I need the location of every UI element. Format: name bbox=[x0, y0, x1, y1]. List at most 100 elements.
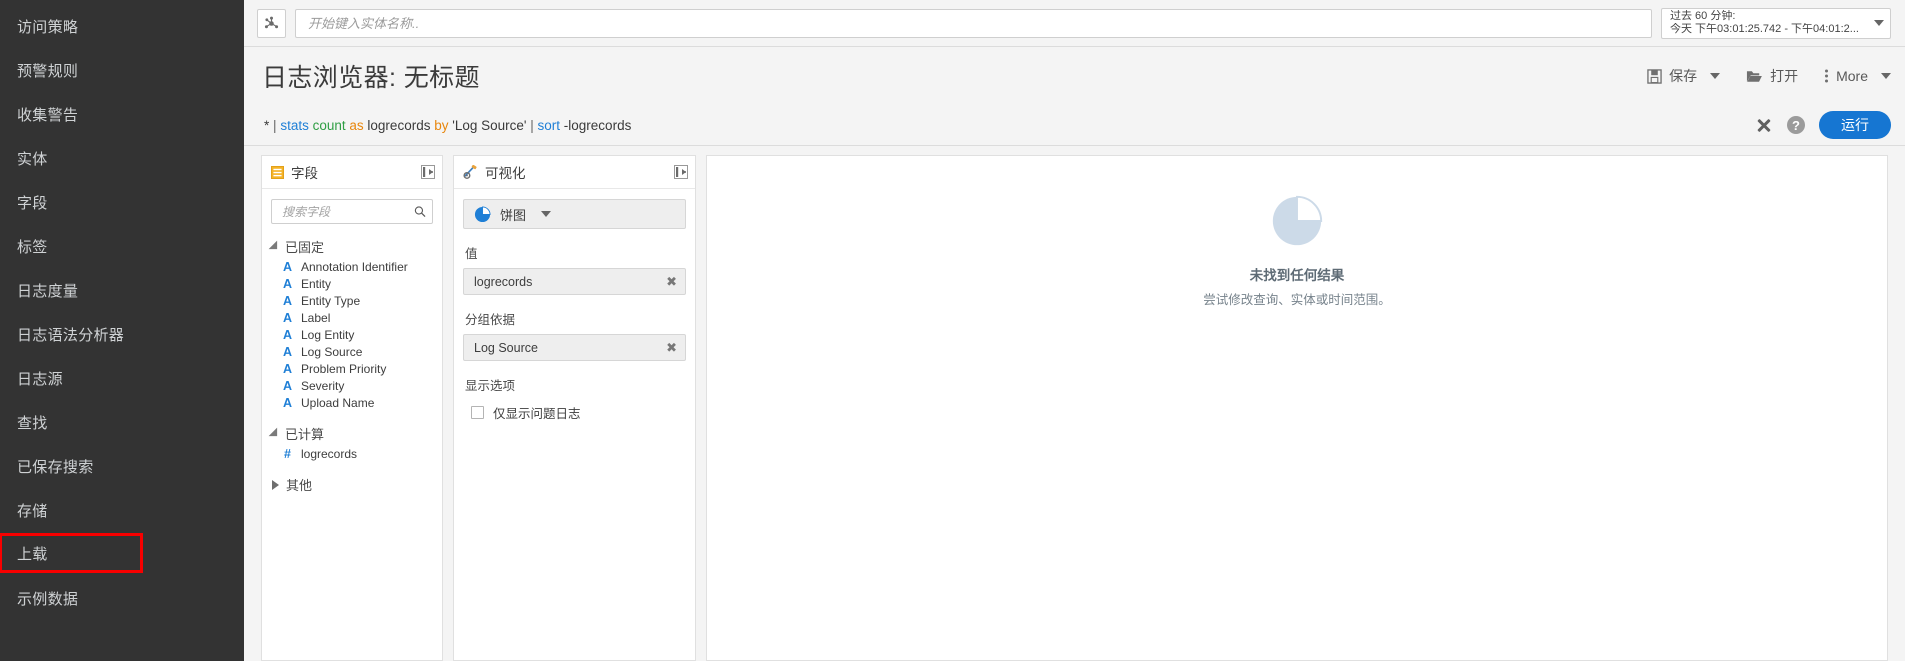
query-token: stats bbox=[280, 117, 309, 133]
sidebar-item-label: 日志度量 bbox=[17, 282, 79, 300]
sidebar-item-12[interactable]: 上载 bbox=[0, 533, 143, 573]
sidebar-item-6[interactable]: 日志度量 bbox=[0, 268, 244, 312]
field-type-icon: A bbox=[283, 276, 293, 291]
fields-group-header[interactable]: 已固定 bbox=[268, 237, 433, 256]
query-token: sort bbox=[537, 117, 561, 133]
field-type-icon: A bbox=[283, 344, 293, 359]
field-row[interactable]: A Entity Type bbox=[271, 292, 433, 309]
entity-graph-icon[interactable] bbox=[257, 8, 286, 38]
sidebar-item-label: 访问策略 bbox=[17, 18, 79, 36]
value-chip[interactable]: logrecords ✖ bbox=[463, 268, 686, 295]
fields-panel-title: 字段 bbox=[291, 166, 318, 181]
top-toolbar: 过去 60 分钟: 今天 下午03:01:25.742 - 下午04:01:2.… bbox=[244, 0, 1905, 47]
fields-list-icon bbox=[271, 165, 284, 179]
sidebar-item-4[interactable]: 字段 bbox=[0, 180, 244, 224]
field-row[interactable]: A Log Entity bbox=[271, 326, 433, 343]
sidebar-item-10[interactable]: 已保存搜索 bbox=[0, 444, 244, 488]
sidebar-item-0[interactable]: 访问策略 bbox=[0, 4, 244, 48]
field-row[interactable]: A Severity bbox=[271, 377, 433, 394]
search-icon bbox=[414, 206, 426, 218]
sidebar-item-13[interactable]: 示例数据 bbox=[0, 576, 244, 620]
sidebar-item-7[interactable]: 日志语法分析器 bbox=[0, 312, 244, 356]
entity-search-field[interactable] bbox=[295, 8, 1652, 38]
visualization-panel: 可视化 饼图 值 logrecords ✖ 分组依据 Log Source ✖ … bbox=[453, 155, 696, 661]
value-chip-label: logrecords bbox=[474, 274, 533, 289]
query-token: | bbox=[530, 117, 534, 133]
chart-type-select[interactable]: 饼图 bbox=[463, 199, 686, 229]
sidebar-item-2[interactable]: 收集警告 bbox=[0, 92, 244, 136]
group-chip[interactable]: Log Source ✖ bbox=[463, 334, 686, 361]
field-name: Label bbox=[301, 310, 331, 325]
field-row[interactable]: A Upload Name bbox=[271, 394, 433, 411]
collapse-left-icon[interactable] bbox=[674, 165, 688, 179]
field-row[interactable]: A Annotation Identifier bbox=[271, 258, 433, 275]
query-token: by bbox=[434, 117, 449, 133]
field-type-icon: A bbox=[283, 378, 293, 393]
field-row[interactable]: A Log Source bbox=[271, 343, 433, 360]
sidebar-item-3[interactable]: 实体 bbox=[0, 136, 244, 180]
field-row[interactable]: # logrecords bbox=[271, 445, 433, 462]
open-button[interactable]: 打开 bbox=[1746, 66, 1798, 86]
folder-open-icon bbox=[1747, 70, 1762, 82]
fields-group-label: 已计算 bbox=[285, 427, 325, 442]
sidebar-item-11[interactable]: 存储 bbox=[0, 488, 244, 532]
remove-group-icon[interactable]: ✖ bbox=[666, 340, 677, 356]
sidebar-item-label: 查找 bbox=[17, 414, 48, 432]
remove-value-icon[interactable]: ✖ bbox=[666, 274, 677, 290]
field-name: Log Source bbox=[301, 344, 363, 359]
time-range-selector[interactable]: 过去 60 分钟: 今天 下午03:01:25.742 - 下午04:01:2.… bbox=[1661, 7, 1891, 39]
query-actions: ? 运行 bbox=[1755, 111, 1891, 139]
header-actions: 保存 打开 More bbox=[1647, 66, 1891, 86]
group-chip-label: Log Source bbox=[474, 340, 538, 355]
field-search-field[interactable] bbox=[271, 199, 433, 224]
sidebar-item-label: 日志语法分析器 bbox=[17, 326, 125, 344]
viz-panel-header: 可视化 bbox=[454, 156, 695, 189]
group-section-label: 分组依据 bbox=[465, 313, 516, 327]
problem-logs-checkbox-row[interactable]: 仅显示问题日志 bbox=[471, 403, 686, 422]
field-row[interactable]: A Label bbox=[271, 309, 433, 326]
sidebar-item-1[interactable]: 预警规则 bbox=[0, 48, 244, 92]
problem-logs-checkbox-label: 仅显示问题日志 bbox=[493, 407, 581, 421]
field-name: logrecords bbox=[301, 446, 358, 461]
more-label: More bbox=[1836, 68, 1868, 84]
more-button[interactable]: More bbox=[1824, 68, 1891, 84]
sidebar-item-5[interactable]: 标签 bbox=[0, 224, 244, 268]
sidebar-item-label: 预警规则 bbox=[17, 62, 79, 80]
query-token: logrecords bbox=[367, 117, 431, 133]
field-row[interactable]: A Problem Priority bbox=[271, 360, 433, 377]
query-token: | bbox=[273, 117, 277, 133]
triangle-down-icon bbox=[268, 240, 282, 253]
fields-group-label: 其他 bbox=[286, 478, 313, 493]
fields-group-header[interactable]: 其他 bbox=[271, 475, 433, 494]
kebab-menu-icon bbox=[1825, 69, 1829, 83]
sidebar-item-8[interactable]: 日志源 bbox=[0, 356, 244, 400]
field-search-input[interactable] bbox=[280, 203, 415, 220]
problem-logs-checkbox[interactable] bbox=[471, 406, 484, 419]
field-name: Log Entity bbox=[301, 327, 355, 342]
run-button[interactable]: 运行 bbox=[1819, 111, 1891, 139]
query-bar: * | stats count as logrecords by 'Log So… bbox=[244, 105, 1905, 146]
chevron-down-icon bbox=[1710, 73, 1721, 79]
query-expression[interactable]: * | stats count as logrecords by 'Log So… bbox=[264, 118, 631, 133]
fields-group-header[interactable]: 已计算 bbox=[268, 424, 433, 443]
empty-state-title: 未找到任何结果 bbox=[1249, 268, 1345, 283]
help-icon[interactable]: ? bbox=[1787, 116, 1805, 134]
field-row[interactable]: A Entity bbox=[271, 275, 433, 292]
sidebar-item-label: 实体 bbox=[17, 150, 48, 168]
results-panel: 未找到任何结果 尝试修改查询、实体或时间范围。 bbox=[706, 155, 1888, 661]
entity-search-input[interactable] bbox=[306, 14, 1641, 32]
sidebar-item-label: 已保存搜索 bbox=[17, 458, 94, 476]
close-icon[interactable] bbox=[1755, 116, 1773, 134]
collapse-left-icon[interactable] bbox=[421, 165, 435, 179]
query-token: as bbox=[349, 117, 364, 133]
save-button[interactable]: 保存 bbox=[1647, 66, 1721, 86]
triangle-down-icon bbox=[268, 427, 282, 440]
fields-group-label: 已固定 bbox=[285, 240, 325, 255]
save-icon bbox=[1647, 68, 1662, 84]
sidebar-item-9[interactable]: 查找 bbox=[0, 400, 244, 444]
field-type-icon: A bbox=[283, 361, 293, 376]
chevron-down-icon bbox=[1881, 73, 1891, 79]
pie-chart-icon bbox=[474, 205, 491, 222]
field-name: Entity bbox=[301, 276, 332, 291]
fields-groups: 已固定 A Annotation Identifier A Entity A Entity … bbox=[268, 237, 433, 494]
